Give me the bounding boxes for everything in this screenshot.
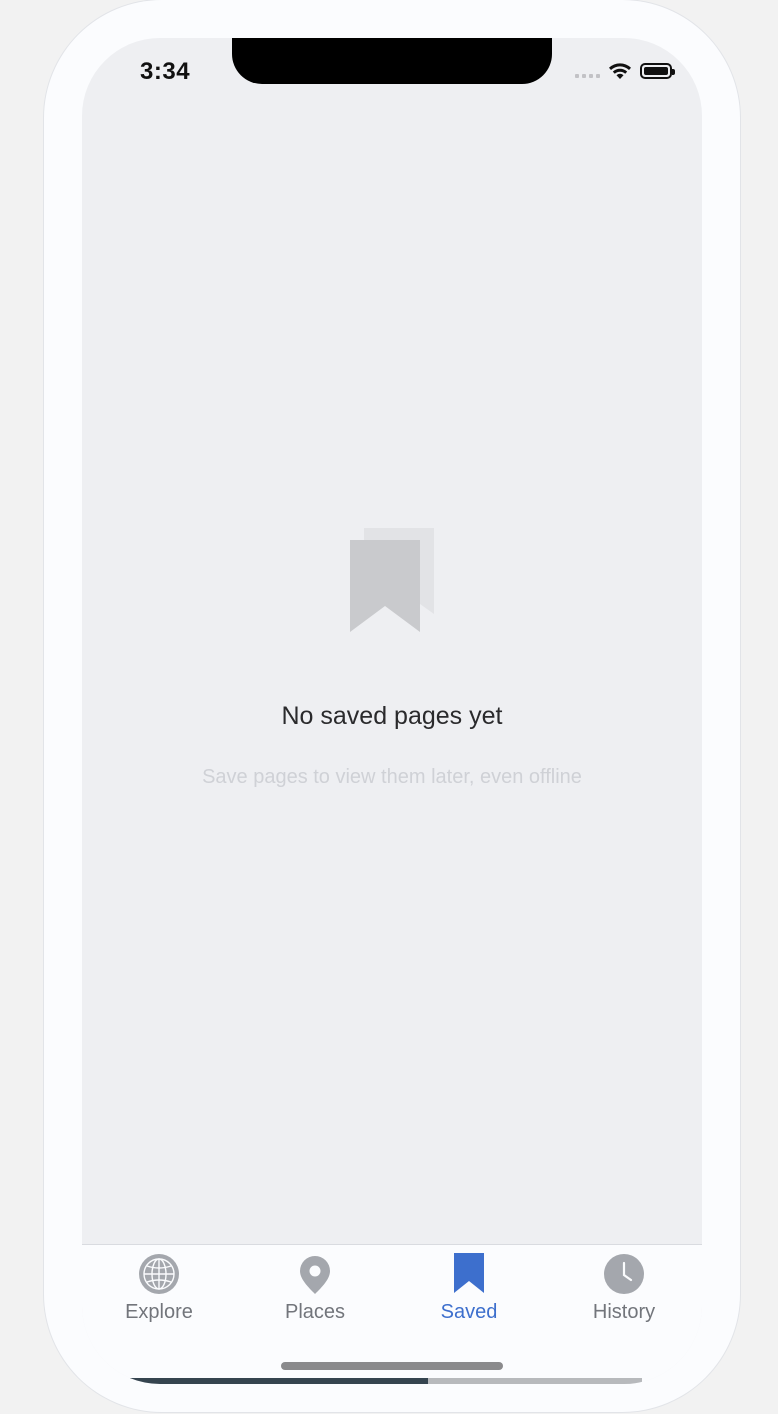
cellular-signal-icon (575, 64, 600, 78)
wifi-icon (609, 63, 631, 79)
clock-icon (604, 1254, 644, 1294)
app-screen: 3:34 No saved pages yet Save pages to vi… (82, 38, 702, 1384)
battery-icon (640, 63, 675, 79)
tab-saved-label: Saved (440, 1301, 498, 1323)
home-indicator[interactable] (281, 1362, 503, 1370)
tab-history-label: History (592, 1301, 656, 1323)
status-indicators (575, 62, 675, 80)
tab-saved[interactable]: Saved (404, 1253, 534, 1324)
tab-places[interactable]: Places (250, 1253, 380, 1324)
globe-icon (139, 1254, 179, 1294)
status-time: 3:34 (140, 58, 191, 85)
map-pin-icon (300, 1256, 330, 1294)
tab-explore[interactable]: Explore (94, 1253, 224, 1324)
bottom-progress-strip (82, 1378, 702, 1384)
saved-pages-empty-icon (350, 528, 434, 632)
tab-history[interactable]: History (559, 1253, 689, 1324)
bookmark-icon (454, 1253, 484, 1293)
device-notch (232, 38, 552, 84)
tab-places-label: Places (284, 1301, 346, 1323)
tab-explore-label: Explore (125, 1301, 193, 1323)
empty-state-subtitle: Save pages to view them later, even offl… (202, 766, 582, 788)
empty-state-title: No saved pages yet (281, 702, 503, 730)
